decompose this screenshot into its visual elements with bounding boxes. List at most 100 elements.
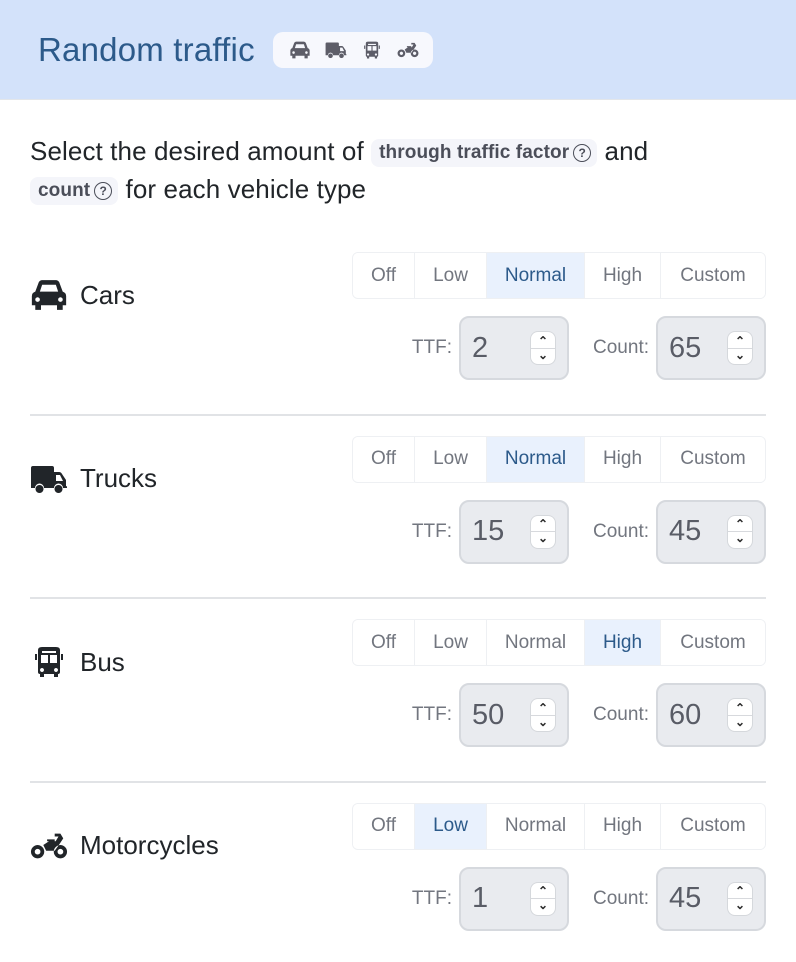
chevron-up-icon[interactable]: ⌃ xyxy=(538,885,548,898)
vehicle-fields: TTF: 15 ⌃ ⌄ Count: 45 ⌃ ⌄ xyxy=(411,499,766,564)
count-label: Count: xyxy=(593,337,649,358)
count-input[interactable]: 45 ⌃ ⌄ xyxy=(656,866,766,931)
chevron-up-icon[interactable]: ⌃ xyxy=(735,701,745,715)
chevron-up-icon[interactable]: ⌃ xyxy=(538,701,548,715)
level-option-custom[interactable]: Custom xyxy=(661,253,765,298)
ttf-input[interactable]: 15 ⌃ ⌄ xyxy=(459,499,570,564)
chevron-down-icon[interactable]: ⌄ xyxy=(538,715,548,729)
vehicle-name: Cars xyxy=(80,279,135,310)
count-input[interactable]: 65 ⌃ ⌄ xyxy=(656,316,766,380)
count-value[interactable]: 65 xyxy=(669,332,701,365)
car-icon xyxy=(289,41,311,59)
level-option-low[interactable]: Low xyxy=(415,620,487,665)
ttf-stepper[interactable]: ⌃ ⌄ xyxy=(531,699,556,731)
chevron-up-icon[interactable]: ⌃ xyxy=(538,334,548,348)
level-option-custom[interactable]: Custom xyxy=(661,620,765,665)
level-selector: Off Low Normal High Custom xyxy=(352,619,766,666)
ttf-input[interactable]: 2 ⌃ ⌄ xyxy=(459,316,570,380)
ttf-value[interactable]: 1 xyxy=(472,882,488,915)
intro-text: Select the desired amount of through tra… xyxy=(30,132,766,208)
chevron-up-icon[interactable]: ⌃ xyxy=(735,334,745,348)
count-stepper[interactable]: ⌃ ⌄ xyxy=(728,699,752,731)
vehicle-fields: TTF: 1 ⌃ ⌄ Count: 45 ⌃ ⌄ xyxy=(411,866,766,931)
ttf-label: TTF: xyxy=(411,887,453,909)
vehicle-row-bus: Bus Off Low Normal High Custom TTF: 50 ⌃ ⌄ C… xyxy=(30,599,766,783)
ttf-input[interactable]: 50 ⌃ ⌄ xyxy=(459,683,570,747)
truck-icon xyxy=(30,463,68,495)
ttf-label: TTF: xyxy=(411,520,453,542)
vehicle-name: Trucks xyxy=(80,463,158,493)
vehicle-row-motorcycles: Motorcycles Off Low Normal High Custom TTF: … xyxy=(30,783,766,962)
count-value[interactable]: 60 xyxy=(669,699,701,732)
level-option-normal[interactable]: Normal xyxy=(487,620,585,665)
count-stepper[interactable]: ⌃ ⌄ xyxy=(728,332,752,364)
level-selector: Off Low Normal High Custom xyxy=(352,252,766,299)
truck-icon xyxy=(325,41,347,59)
vehicle-label: Motorcycles xyxy=(30,830,219,862)
chevron-down-icon[interactable]: ⌄ xyxy=(538,348,548,362)
ttf-value[interactable]: 15 xyxy=(472,515,504,548)
vehicle-name: Motorcycles xyxy=(80,830,219,860)
chevron-down-icon[interactable]: ⌄ xyxy=(735,348,745,362)
vehicle-row-trucks: Trucks Off Low Normal High Custom TTF: 15 ⌃ … xyxy=(30,416,766,599)
ttf-stepper[interactable]: ⌃ ⌄ xyxy=(531,515,556,548)
motorcycle-icon xyxy=(30,830,68,862)
chevron-up-icon[interactable]: ⌃ xyxy=(735,518,745,531)
vehicle-fields: TTF: 50 ⌃ ⌄ Count: 60 ⌃ ⌄ xyxy=(412,683,766,747)
level-option-low[interactable]: Low xyxy=(415,803,487,849)
level-option-off[interactable]: Off xyxy=(353,620,415,665)
chevron-down-icon[interactable]: ⌄ xyxy=(735,715,745,729)
help-icon[interactable]: ? xyxy=(94,182,113,200)
intro-text-before: Select the desired amount of xyxy=(30,136,364,166)
page-title: Random traffic xyxy=(38,30,255,68)
ttf-stepper[interactable]: ⌃ ⌄ xyxy=(531,882,556,915)
header: Random traffic xyxy=(0,0,796,100)
vehicle-fields: TTF: 2 ⌃ ⌄ Count: 65 ⌃ ⌄ xyxy=(412,316,766,380)
chevron-down-icon[interactable]: ⌄ xyxy=(735,899,745,912)
chevron-down-icon[interactable]: ⌄ xyxy=(735,532,745,545)
ttf-value[interactable]: 50 xyxy=(472,699,504,732)
chevron-up-icon[interactable]: ⌃ xyxy=(735,885,745,898)
ttf-label: TTF: xyxy=(411,704,453,725)
vehicle-icons-badge xyxy=(272,31,433,68)
level-option-custom[interactable]: Custom xyxy=(661,803,765,849)
chevron-down-icon[interactable]: ⌄ xyxy=(538,532,548,545)
chevron-down-icon[interactable]: ⌄ xyxy=(538,899,548,912)
count-value[interactable]: 45 xyxy=(669,515,701,548)
level-option-high[interactable]: High xyxy=(585,803,661,849)
level-option-off[interactable]: Off xyxy=(353,253,415,298)
count-stepper[interactable]: ⌃ ⌄ xyxy=(728,882,752,915)
count-label: Count: xyxy=(593,520,649,542)
motorcycle-icon xyxy=(397,41,419,59)
vehicle-name: Bus xyxy=(80,646,125,677)
ttf-input[interactable]: 1 ⌃ ⌄ xyxy=(459,866,570,931)
level-option-high[interactable]: High xyxy=(585,620,661,665)
count-help-chip[interactable]: count? xyxy=(30,177,119,205)
level-option-normal[interactable]: Normal xyxy=(487,253,585,298)
count-input[interactable]: 45 ⌃ ⌄ xyxy=(656,499,766,564)
vehicle-label: Trucks xyxy=(30,463,157,495)
count-label: Count: xyxy=(593,704,649,725)
level-option-normal[interactable]: Normal xyxy=(487,803,585,849)
count-value[interactable]: 45 xyxy=(669,882,701,915)
level-option-off[interactable]: Off xyxy=(353,436,415,482)
count-input[interactable]: 60 ⌃ ⌄ xyxy=(656,683,766,747)
level-option-custom[interactable]: Custom xyxy=(661,436,765,482)
level-option-high[interactable]: High xyxy=(585,253,661,298)
chevron-up-icon[interactable]: ⌃ xyxy=(538,518,548,531)
level-option-low[interactable]: Low xyxy=(415,436,487,482)
level-option-normal[interactable]: Normal xyxy=(487,436,585,482)
ttf-value[interactable]: 2 xyxy=(472,332,488,365)
help-icon[interactable]: ? xyxy=(573,144,592,162)
intro-text-middle: and xyxy=(604,136,649,166)
count-stepper[interactable]: ⌃ ⌄ xyxy=(728,515,752,548)
vehicle-label: Bus xyxy=(30,646,125,678)
ttf-help-chip[interactable]: through traffic factor? xyxy=(371,139,598,167)
ttf-chip-label: through traffic factor xyxy=(379,142,570,163)
level-option-off[interactable]: Off xyxy=(353,803,415,849)
level-option-high[interactable]: High xyxy=(585,436,661,482)
vehicle-row-cars: Cars Off Low Normal High Custom TTF: 2 ⌃ ⌄ C… xyxy=(30,232,766,416)
count-label: Count: xyxy=(593,887,649,909)
ttf-stepper[interactable]: ⌃ ⌄ xyxy=(531,332,556,364)
level-option-low[interactable]: Low xyxy=(415,253,487,298)
